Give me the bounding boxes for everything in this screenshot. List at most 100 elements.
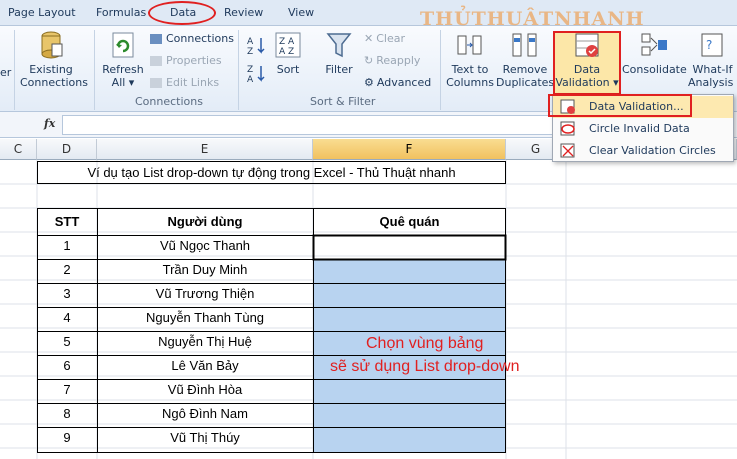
row-stt[interactable]: 2	[37, 262, 97, 277]
refresh-all-button[interactable]: Refresh All ▾	[100, 30, 146, 89]
clear-circles-icon	[560, 143, 575, 158]
row-stt[interactable]: 1	[37, 238, 97, 253]
sort-az-button[interactable]: AZ	[244, 34, 268, 59]
clear-label: Clear	[376, 32, 405, 45]
existing-connections-button[interactable]: Existing Connections	[20, 30, 88, 89]
reapply-button[interactable]: ↻ Reapply	[364, 54, 420, 67]
properties-label: Properties	[166, 54, 222, 67]
connections-label: Connections	[166, 32, 234, 45]
row-stt[interactable]: 3	[37, 286, 97, 301]
row-stt[interactable]: 9	[37, 430, 97, 445]
column-header-d[interactable]: D	[37, 139, 97, 160]
data-validation-label: Data Validation ▾	[555, 63, 619, 89]
svg-text:A: A	[247, 37, 254, 47]
row-name[interactable]: Nguyễn Thanh Tùng	[97, 310, 313, 325]
consolidate-button[interactable]: Consolidate	[622, 30, 687, 76]
reapply-label: Reapply	[376, 54, 421, 67]
advanced-label: Advanced	[376, 76, 432, 89]
refresh-icon	[112, 32, 134, 58]
row-stt[interactable]: 8	[37, 406, 97, 421]
column-header-f[interactable]: F	[313, 139, 506, 160]
remove-duplicates-label: Remove Duplicates	[496, 63, 555, 89]
what-if-analysis-label: What-If Analysis ▾	[688, 63, 737, 89]
row-name[interactable]: Lê Văn Bảy	[97, 358, 313, 373]
text-to-columns-label: Text to Columns	[446, 63, 494, 89]
annotation-line-2: sẽ sử dụng List drop-down	[330, 358, 520, 375]
svg-text:A Z: A Z	[279, 47, 294, 57]
formula-input[interactable]	[62, 115, 562, 135]
svg-text:Z: Z	[247, 47, 253, 56]
row-name[interactable]: Vũ Ngọc Thanh	[97, 238, 313, 253]
tab-view[interactable]: View	[288, 6, 314, 19]
reapply-icon: ↻	[364, 54, 374, 67]
connections-group-label: Connections	[135, 95, 203, 108]
sort-button[interactable]: Z AA Z Sort	[272, 30, 304, 76]
data-validation-button[interactable]: Data Validation ▾	[554, 30, 620, 89]
row-name[interactable]: Trần Duy Minh	[97, 262, 313, 277]
sort-descending-icon: ZA	[247, 65, 265, 85]
menu-item-circle-invalid-data[interactable]: Circle Invalid Data	[553, 118, 733, 140]
row-stt[interactable]: 5	[37, 334, 97, 349]
circle-invalid-icon	[560, 121, 575, 136]
row-stt[interactable]: 7	[37, 382, 97, 397]
data-validation-icon	[575, 33, 599, 57]
tab-formulas[interactable]: Formulas	[96, 6, 146, 19]
row-stt[interactable]: 6	[37, 358, 97, 373]
properties-button[interactable]: Properties	[150, 54, 222, 67]
menu-item-label: Clear Validation Circles	[589, 144, 716, 157]
data-tab-annotation-circle	[148, 1, 216, 25]
svg-text:?: ?	[706, 38, 712, 52]
filter-button[interactable]: Filter	[320, 30, 358, 76]
fx-icon[interactable]: fx	[44, 117, 55, 130]
svg-text:A: A	[247, 75, 254, 84]
row-name[interactable]: Vũ Đình Hòa	[97, 382, 313, 397]
header-que-quan: Quê quán	[379, 214, 440, 229]
partial-button-label[interactable]: er	[0, 66, 11, 79]
ribbon-tabs: Page Layout Formulas Data Review View TH…	[0, 0, 737, 30]
text-to-columns-button[interactable]: Text to Columns	[444, 30, 496, 89]
edit-links-icon	[150, 78, 162, 88]
annotation-line-1: Chọn vùng bảng	[366, 335, 484, 352]
row-name[interactable]: Nguyễn Thị Huệ	[97, 334, 313, 349]
row-name[interactable]: Vũ Trương Thiện	[97, 286, 313, 301]
table-title: Ví dụ tạo List drop-down tự động trong E…	[37, 161, 506, 184]
clear-button[interactable]: ✕ Clear	[364, 32, 405, 45]
menu-item-annotation-box	[548, 94, 692, 117]
tab-page-layout[interactable]: Page Layout	[8, 6, 76, 19]
column-header-c[interactable]: C	[0, 139, 37, 160]
database-icon	[41, 31, 63, 59]
sort-filter-group-label: Sort & Filter	[310, 95, 376, 108]
edit-links-button[interactable]: Edit Links	[150, 76, 219, 89]
sort-za-button[interactable]: ZA	[244, 62, 268, 87]
row-stt[interactable]: 4	[37, 310, 97, 325]
tab-review[interactable]: Review	[224, 6, 263, 19]
remove-duplicates-button[interactable]: Remove Duplicates	[496, 30, 554, 89]
clear-filter-icon: ✕	[364, 32, 374, 45]
svg-text:Z A: Z A	[279, 37, 295, 47]
sort-dialog-icon: Z AA Z	[275, 32, 301, 58]
what-if-analysis-icon: ?	[701, 33, 722, 57]
header-nguoi-dung: Người dùng	[167, 214, 243, 229]
selected-range[interactable]	[313, 259, 505, 452]
remove-duplicates-icon	[512, 33, 537, 57]
sort-label: Sort	[276, 63, 300, 76]
edit-links-label: Edit Links	[166, 76, 220, 89]
row-name[interactable]: Vũ Thị Thúy	[97, 430, 313, 445]
advanced-filter-button[interactable]: ⚙ Advanced	[364, 76, 431, 89]
sort-ascending-icon: AZ	[247, 37, 265, 57]
consolidate-icon	[641, 33, 667, 56]
refresh-all-label: Refresh All ▾	[102, 63, 144, 89]
text-to-columns-icon	[457, 35, 482, 55]
connections-button[interactable]: Connections	[150, 32, 234, 45]
menu-item-clear-validation-circles[interactable]: Clear Validation Circles	[553, 140, 733, 162]
filter-label: Filter	[325, 63, 353, 76]
what-if-analysis-button[interactable]: ? What-If Analysis ▾	[688, 30, 737, 89]
filter-funnel-icon	[326, 33, 352, 58]
row-name[interactable]: Ngô Đình Nam	[97, 406, 313, 421]
consolidate-label: Consolidate	[622, 63, 687, 76]
header-stt: STT	[54, 214, 80, 229]
svg-text:Z: Z	[247, 65, 253, 75]
existing-connections-label: Existing Connections	[20, 63, 88, 89]
properties-icon	[150, 56, 162, 66]
column-header-e[interactable]: E	[97, 139, 313, 160]
